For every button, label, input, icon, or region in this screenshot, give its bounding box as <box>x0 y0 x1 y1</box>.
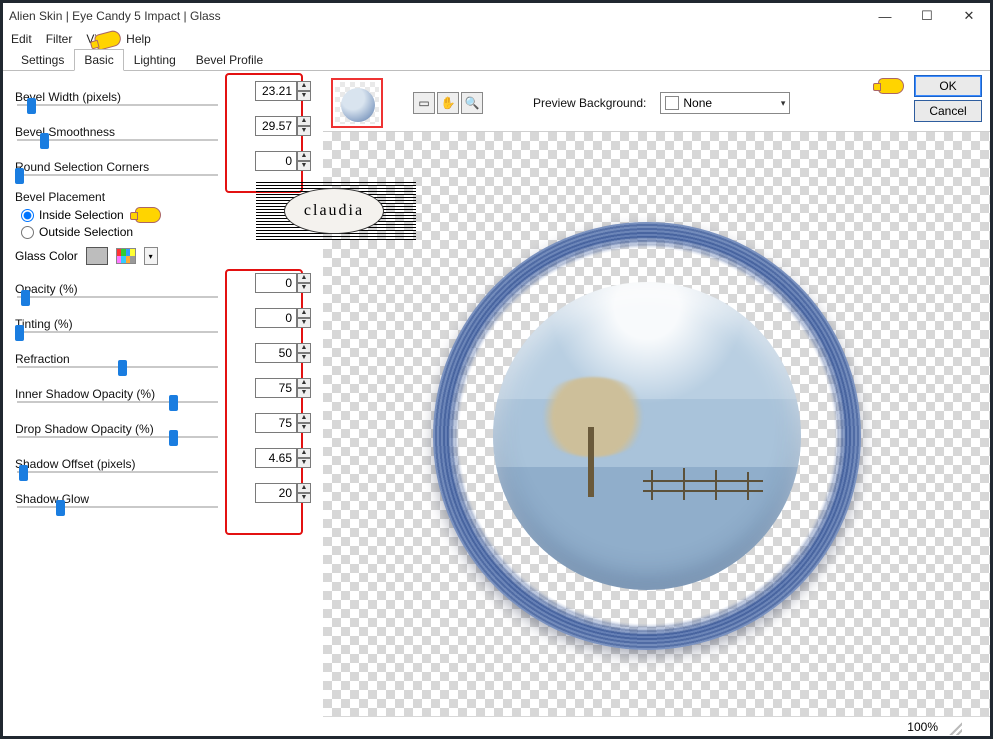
preview-background-select[interactable]: None ▾ <box>660 92 790 114</box>
menu-bar: Edit Filter View Help <box>3 29 990 49</box>
input-tinting[interactable] <box>255 308 297 328</box>
tabs: Settings Basic Lighting Bevel Profile <box>3 49 990 71</box>
status-bar: 100% <box>323 716 990 736</box>
spinner-bevel-width[interactable]: ▲▼ <box>297 81 311 101</box>
hand-tool-icon[interactable]: ✋ <box>437 92 459 114</box>
row-bevel-width: Bevel Width (pixels) ▲▼ <box>15 79 311 114</box>
preview-bg-value: None <box>683 96 712 110</box>
slider-inner-shadow[interactable] <box>15 394 220 410</box>
spinner-refraction[interactable]: ▲▼ <box>297 343 311 363</box>
input-bevel-smoothness[interactable] <box>255 116 297 136</box>
tab-settings[interactable]: Settings <box>11 49 74 71</box>
row-bevel-smoothness: Bevel Smoothness ▲▼ <box>15 114 311 149</box>
title-bar: Alien Skin | Eye Candy 5 Impact | Glass … <box>3 3 990 29</box>
tab-bevel-profile[interactable]: Bevel Profile <box>186 49 273 71</box>
pointer-hand-icon <box>878 78 904 94</box>
settings-panel: Bevel Width (pixels) ▲▼ Bevel Smoothness… <box>3 71 323 736</box>
row-tinting: Tinting (%) ▲▼ <box>15 306 311 341</box>
preview-pane: ▭ ✋ 🔍 Preview Background: None ▾ OK Canc… <box>323 71 990 736</box>
input-shadow-offset[interactable] <box>255 448 297 468</box>
preview-image <box>433 222 861 650</box>
window-title: Alien Skin | Eye Candy 5 Impact | Glass <box>9 9 864 23</box>
spinner-inner-shadow[interactable]: ▲▼ <box>297 378 311 398</box>
cancel-button[interactable]: Cancel <box>914 100 982 122</box>
plugin-window: Alien Skin | Eye Candy 5 Impact | Glass … <box>0 0 993 739</box>
spinner-round-corners[interactable]: ▲▼ <box>297 151 311 171</box>
row-opacity: Opacity (%) ▲▼ <box>15 271 311 306</box>
row-inner-shadow: Inner Shadow Opacity (%) ▲▼ <box>15 376 311 411</box>
close-button[interactable]: ✕ <box>948 3 990 29</box>
input-drop-shadow[interactable] <box>255 413 297 433</box>
menu-help[interactable]: Help <box>126 32 151 46</box>
row-drop-shadow: Drop Shadow Opacity (%) ▲▼ <box>15 411 311 446</box>
slider-bevel-smoothness[interactable] <box>15 132 220 148</box>
preview-canvas[interactable] <box>323 131 990 716</box>
spinner-drop-shadow[interactable]: ▲▼ <box>297 413 311 433</box>
row-shadow-glow: Shadow Glow ▲▼ <box>15 481 311 516</box>
input-refraction[interactable] <box>255 343 297 363</box>
pointer-hand-icon <box>135 207 161 223</box>
radio-inside-selection[interactable] <box>21 209 34 222</box>
slider-opacity[interactable] <box>15 289 220 305</box>
input-bevel-width[interactable] <box>255 81 297 101</box>
slider-tinting[interactable] <box>15 324 220 340</box>
glass-color-swatch[interactable] <box>86 247 108 265</box>
input-round-corners[interactable] <box>255 151 297 171</box>
tab-lighting[interactable]: Lighting <box>124 49 186 71</box>
label-preview-background: Preview Background: <box>533 96 646 110</box>
preview-thumbnail[interactable] <box>331 78 383 128</box>
row-refraction: Refraction ▲▼ <box>15 341 311 376</box>
spinner-shadow-glow[interactable]: ▲▼ <box>297 483 311 503</box>
chevron-down-icon: ▾ <box>781 98 786 109</box>
preview-toolbar: ▭ ✋ 🔍 Preview Background: None ▾ OK Canc… <box>323 71 990 129</box>
slider-shadow-glow[interactable] <box>15 499 220 515</box>
spinner-bevel-smoothness[interactable]: ▲▼ <box>297 116 311 136</box>
row-round-corners: Round Selection Corners ▲▼ <box>15 149 311 184</box>
slider-drop-shadow[interactable] <box>15 429 220 445</box>
watermark-text: claudia <box>284 188 384 234</box>
resize-grip-icon[interactable] <box>946 719 962 735</box>
radio-outside-label: Outside Selection <box>39 225 133 239</box>
input-shadow-glow[interactable] <box>255 483 297 503</box>
minimize-button[interactable]: — <box>864 3 906 29</box>
row-glass-color: Glass Color ▾ <box>15 247 311 265</box>
spinner-shadow-offset[interactable]: ▲▼ <box>297 448 311 468</box>
palette-dropdown[interactable]: ▾ <box>144 247 158 265</box>
menu-filter[interactable]: Filter <box>46 32 73 46</box>
zoom-tool-icon[interactable]: 🔍 <box>461 92 483 114</box>
menu-edit[interactable]: Edit <box>11 32 32 46</box>
zoom-level: 100% <box>907 720 938 734</box>
preview-bg-swatch <box>665 96 679 110</box>
watermark: claudia <box>256 182 416 242</box>
spinner-opacity[interactable]: ▲▼ <box>297 273 311 293</box>
slider-refraction[interactable] <box>15 359 220 375</box>
radio-outside-selection[interactable] <box>21 226 34 239</box>
input-inner-shadow[interactable] <box>255 378 297 398</box>
palette-icon[interactable] <box>116 248 136 264</box>
radio-inside-label: Inside Selection <box>39 208 124 222</box>
row-shadow-offset: Shadow Offset (pixels) ▲▼ <box>15 446 311 481</box>
tab-basic[interactable]: Basic <box>74 49 123 71</box>
slider-round-corners[interactable] <box>15 167 220 183</box>
maximize-button[interactable]: ☐ <box>906 3 948 29</box>
slider-bevel-width[interactable] <box>15 97 220 113</box>
slider-shadow-offset[interactable] <box>15 464 220 480</box>
spinner-tinting[interactable]: ▲▼ <box>297 308 311 328</box>
input-opacity[interactable] <box>255 273 297 293</box>
label-glass-color: Glass Color <box>15 249 78 263</box>
ok-button[interactable]: OK <box>914 75 982 97</box>
pointer-tool-icon[interactable]: ▭ <box>413 92 435 114</box>
